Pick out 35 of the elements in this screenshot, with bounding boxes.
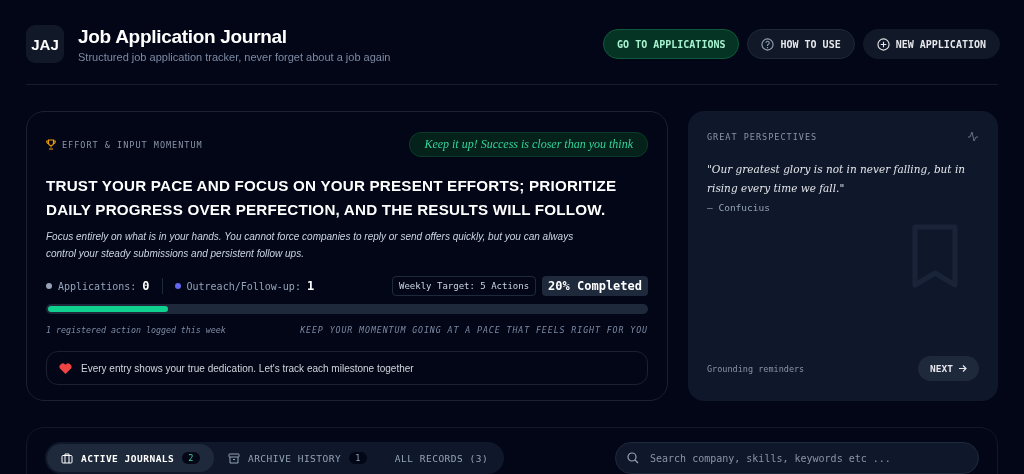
next-button[interactable]: NEXT — [918, 356, 979, 381]
progress-note: 1 registered action logged this week — [46, 325, 226, 335]
note-text: Every entry shows your true dedication. Let's track each milestone together — [81, 362, 414, 374]
header-button[interactable]: GO TO APPLICATIONS — [603, 29, 740, 59]
encouragement-badge: Keep it up! Success is closer than you think — [409, 132, 648, 157]
quote-author: — Confucius — [707, 202, 771, 213]
app-title: Job Application Journal — [78, 25, 288, 48]
app-logo: JAJ — [26, 25, 64, 63]
footer-text: Grounding reminders — [707, 363, 805, 374]
archive-icon — [227, 452, 240, 464]
stat-text: Applications: 0 — [58, 279, 150, 293]
app-subtitle: Structured job application tracker, never forget about a job again — [78, 50, 391, 63]
help-icon — [761, 37, 775, 51]
completion-label: 20% Completed — [542, 276, 648, 296]
header-button[interactable]: NEW APPLICATION — [862, 29, 1000, 59]
section-label: EFFORT & INPUT MOMENTUM — [62, 139, 203, 150]
card-title: GREAT PERSPECTIVES — [707, 131, 818, 142]
description: Focus entirely on what is in your hands. You cannot force companies to reply or send offers quickly, but you can always control your steady submissions and persistent follow ups. — [46, 230, 575, 261]
motto-text: KEEP YOUR MOMENTUM GOING AT A PACE THAT FEELS RIGHT FOR YOU — [300, 325, 648, 335]
tab[interactable]: ALL RECORDS (3) — [380, 444, 503, 472]
briefcase-icon — [61, 452, 73, 464]
headline: TRUST YOUR PACE AND FOCUS ON YOUR PRESENT EFFORTS; PRIORITIZE DAILY PROGRESS OVER PERFECTION, AND THE RESULTS WILL FOLLOW. — [46, 176, 618, 220]
heart-icon — [59, 362, 72, 374]
plus-circle-icon — [876, 37, 890, 51]
quote-text: "Our greatest glory is not in never falling, but in rising every time we fall." — [707, 162, 967, 196]
pulse-icon — [967, 131, 979, 142]
tab[interactable]: ARCHIVE HISTORY 1 — [213, 444, 381, 472]
weekly-target: Weekly Target: 5 Actions — [392, 276, 537, 296]
search-icon — [627, 452, 639, 464]
stat-text: Outreach/Follow-up: 1 — [186, 279, 315, 293]
header-button[interactable]: HOW TO USE — [747, 29, 855, 59]
arrow-right-icon — [958, 364, 967, 373]
search-field[interactable]: Search company, skills, keywords etc ... — [615, 442, 979, 474]
tab[interactable]: ACTIVE JOURNALS 2 — [47, 444, 214, 472]
trophy-icon — [46, 139, 56, 150]
